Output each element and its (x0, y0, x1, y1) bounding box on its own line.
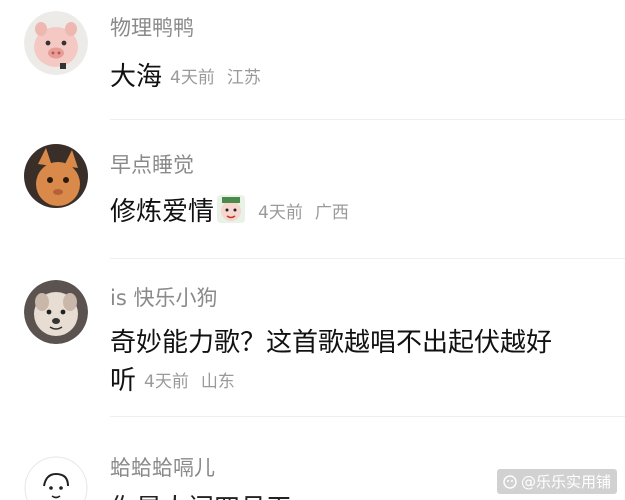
comment-location: 广西 (314, 203, 349, 223)
username[interactable]: 物理鸭鸭 (110, 12, 194, 42)
comment-time: 4天前 (258, 203, 303, 223)
dog-avatar-icon[interactable] (24, 280, 88, 344)
sketch-avatar-icon[interactable] (24, 456, 88, 500)
comment-time: 4天前 (144, 372, 189, 392)
comment-text-partial: 你是人间四月天 (110, 488, 292, 500)
comment-text: 大海 4天前 江苏 (110, 56, 261, 93)
watermark: @乐乐实用铺 (496, 469, 617, 494)
sticker-emoji-icon (216, 194, 246, 224)
comment-item: 早点睡觉 修炼爱情 4天前 广西 (0, 120, 625, 258)
comment-text-content: 修炼爱情 (110, 197, 215, 227)
comment-text: 修炼爱情 4天前 广西 (110, 191, 349, 228)
comment-text: 听 4天前 山东 (110, 360, 235, 397)
comment-text-content: 听 (110, 366, 137, 396)
pig-avatar-icon[interactable] (24, 11, 88, 75)
username[interactable]: 蛤蛤蛤嗝儿 (110, 452, 215, 482)
username[interactable]: 早点睡觉 (110, 149, 194, 179)
comment-text-content: 大海 (110, 62, 163, 92)
comment-text-line: 奇妙能力歌？这首歌越唱不出起伏越好 (110, 328, 553, 358)
cat-avatar-icon[interactable] (24, 144, 88, 208)
comment-item: 物理鸭鸭 大海 4天前 江苏 (0, 0, 625, 120)
comment-location: 山东 (200, 372, 235, 392)
comment-location: 江苏 (226, 68, 261, 88)
comment-time: 4天前 (170, 68, 215, 88)
watermark-text: @乐乐实用铺 (520, 473, 611, 491)
username[interactable]: is 快乐小狗 (110, 282, 217, 312)
watermark-logo-icon (503, 475, 517, 489)
comment-item: is 快乐小狗 奇妙能力歌？这首歌越唱不出起伏越好 听 4天前 山东 (0, 258, 625, 416)
